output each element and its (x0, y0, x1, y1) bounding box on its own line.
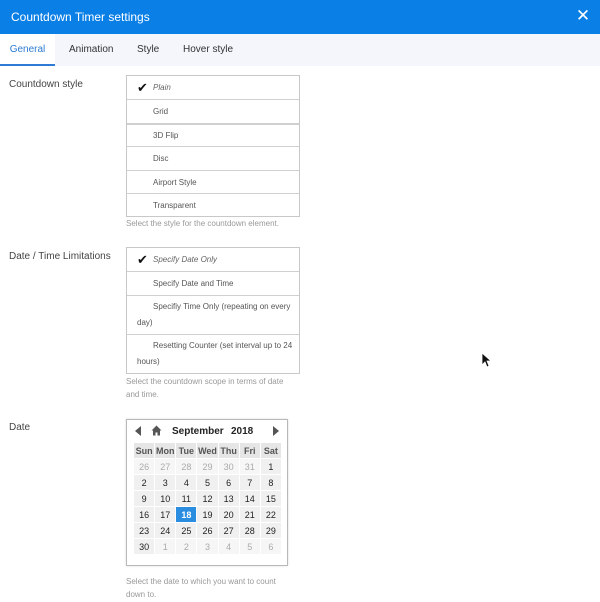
date-time-limitations-help: Select the countdown scope in terms of d… (126, 377, 284, 399)
calendar-day[interactable]: 28 (175, 458, 198, 475)
calendar-day[interactable]: 13 (217, 490, 240, 507)
calendar-day[interactable]: 29 (196, 458, 219, 475)
calendar-day[interactable]: 19 (196, 506, 219, 523)
date-time-option[interactable]: Resetting Counter (set interval up to 24… (127, 334, 299, 373)
calendar-day[interactable]: 26 (132, 458, 156, 475)
weekday-header: Tue (175, 442, 198, 459)
tab-style[interactable]: Style (137, 34, 159, 66)
tab-general[interactable]: General (0, 34, 55, 66)
calendar-header: September 2018 (127, 420, 287, 442)
calendar-day[interactable]: 16 (132, 506, 156, 523)
weekday-header: Thu (217, 442, 240, 459)
calendar-day[interactable]: 4 (175, 474, 198, 491)
calendar-month[interactable]: September (172, 426, 224, 437)
calendar-day[interactable]: 8 (259, 474, 283, 491)
calendar-day[interactable]: 1 (259, 458, 283, 475)
dialog-titlebar: Countdown Timer settings ✕ (0, 0, 600, 34)
tab-bar: General Animation Style Hover style (0, 34, 600, 66)
date-time-limitations-label: Date / Time Limitations (9, 251, 111, 262)
calendar-day[interactable]: 31 (238, 458, 261, 475)
calendar-day-selected[interactable]: 18 (175, 506, 198, 523)
calendar-day[interactable]: 12 (196, 490, 219, 507)
calendar-day[interactable]: 10 (154, 490, 177, 507)
calendar-day[interactable]: 7 (238, 474, 261, 491)
calendar-day[interactable]: 6 (217, 474, 240, 491)
date-time-limitations-list: ✔ Specify Date Only Specify Date and Tim… (126, 247, 300, 374)
mouse-pointer-icon (481, 352, 491, 368)
prev-month-icon[interactable] (135, 426, 141, 436)
calendar-day[interactable]: 27 (154, 458, 177, 475)
calendar-day[interactable]: 26 (196, 522, 219, 539)
countdown-style-option[interactable]: 3D Flip (127, 123, 299, 146)
calendar-day[interactable]: 24 (154, 522, 177, 539)
calendar-day[interactable]: 21 (238, 506, 261, 523)
calendar-day[interactable]: 11 (175, 490, 198, 507)
calendar-day[interactable]: 5 (196, 474, 219, 491)
countdown-style-option[interactable]: Transparent (127, 193, 299, 216)
tab-hover-style[interactable]: Hover style (183, 34, 233, 66)
home-icon[interactable] (151, 425, 162, 436)
date-time-option[interactable]: Specifiy Time Only (repeating on every d… (127, 295, 299, 334)
countdown-style-option[interactable]: Grid (127, 99, 299, 123)
calendar-day[interactable]: 28 (238, 522, 261, 539)
calendar-day[interactable]: 2 (132, 474, 156, 491)
calendar-day[interactable]: 6 (259, 538, 283, 555)
weekday-header: Sat (259, 442, 283, 459)
calendar-grid: Sun Mon Tue Wed Thu Fri Sat 26 27 28 29 … (132, 442, 283, 555)
countdown-style-help: Select the style for the countdown eleme… (126, 219, 279, 228)
tab-animation[interactable]: Animation (69, 34, 113, 66)
calendar-day[interactable]: 14 (238, 490, 261, 507)
close-icon[interactable]: ✕ (575, 7, 591, 25)
dialog-title: Countdown Timer settings (11, 10, 150, 24)
calendar-day[interactable]: 3 (154, 474, 177, 491)
countdown-style-list: ✔ Plain Grid 3D Flip Disc Airport Style … (126, 75, 300, 217)
calendar-day[interactable]: 17 (154, 506, 177, 523)
calendar-day[interactable]: 20 (217, 506, 240, 523)
countdown-style-option[interactable]: ✔ Plain (127, 76, 299, 99)
calendar-day[interactable]: 15 (259, 490, 283, 507)
weekday-header: Wed (196, 442, 219, 459)
checkmark-icon: ✔ (137, 80, 148, 95)
date-time-option[interactable]: ✔ Specify Date Only (127, 248, 299, 271)
next-month-icon[interactable] (273, 426, 279, 436)
calendar-day[interactable]: 9 (132, 490, 156, 507)
calendar-day[interactable]: 1 (154, 538, 177, 555)
calendar-day[interactable]: 23 (132, 522, 156, 539)
weekday-header: Sun (132, 442, 156, 459)
date-label: Date (9, 422, 31, 433)
date-time-option[interactable]: Specify Date and Time (127, 271, 299, 295)
calendar-year[interactable]: 2018 (231, 426, 253, 437)
calendar-day[interactable]: 4 (217, 538, 240, 555)
date-picker-calendar: September 2018 Sun Mon Tue Wed Thu Fri S… (126, 419, 288, 566)
date-help: Select the date to which you want to cou… (126, 577, 276, 599)
calendar-day[interactable]: 3 (196, 538, 219, 555)
calendar-day[interactable]: 27 (217, 522, 240, 539)
calendar-day[interactable]: 30 (217, 458, 240, 475)
calendar-day[interactable]: 25 (175, 522, 198, 539)
calendar-day[interactable]: 30 (132, 538, 156, 555)
checkmark-icon: ✔ (137, 252, 148, 267)
weekday-header: Fri (238, 442, 261, 459)
calendar-day[interactable]: 22 (259, 506, 283, 523)
countdown-style-label: Countdown style (9, 79, 83, 90)
countdown-style-option[interactable]: Airport Style (127, 170, 299, 193)
calendar-day[interactable]: 29 (259, 522, 283, 539)
calendar-day[interactable]: 5 (238, 538, 261, 555)
calendar-day[interactable]: 2 (175, 538, 198, 555)
countdown-style-option[interactable]: Disc (127, 146, 299, 170)
weekday-header: Mon (154, 442, 177, 459)
